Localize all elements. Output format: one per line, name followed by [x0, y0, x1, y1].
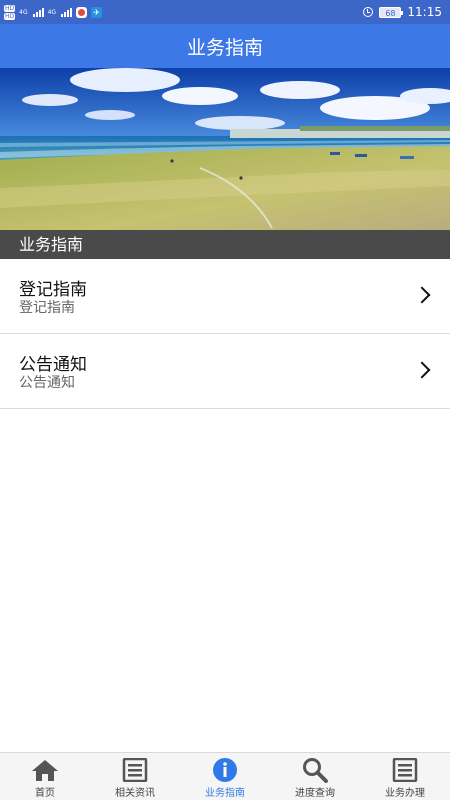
network-type: 4G — [19, 8, 28, 16]
network-type: 4G — [47, 8, 57, 16]
chevron-right-icon — [413, 361, 431, 379]
notification-app-icon — [76, 6, 88, 18]
beach-photo — [0, 68, 450, 230]
tab-home[interactable]: 首页 — [0, 753, 90, 800]
section-header: 业务指南 — [0, 230, 450, 259]
battery-icon: 68 — [379, 6, 404, 18]
hd-badge: HD — [4, 4, 16, 12]
tab-label: 业务办理 — [385, 788, 425, 799]
search-icon — [301, 757, 329, 783]
signal-icon — [61, 7, 73, 17]
chevron-right-icon — [413, 286, 431, 304]
tab-news[interactable]: 相关资讯 — [90, 753, 180, 800]
notification-app-icon: ✈ — [91, 6, 103, 18]
home-icon — [31, 757, 59, 783]
hd-indicators: HD HD — [4, 4, 16, 20]
hd-badge: HD — [4, 12, 16, 20]
list-item-subtitle: 登记指南 — [19, 300, 75, 316]
section-title: 业务指南 — [19, 235, 84, 254]
page-title: 业务指南 — [186, 36, 263, 59]
list-item-announcements[interactable]: 公告通知 公告通知 — [0, 334, 450, 409]
status-left: HD HD 4G 4G ✈ — [4, 2, 103, 22]
app-header: 业务指南 — [0, 24, 450, 68]
info-icon — [211, 757, 239, 783]
news-icon — [121, 757, 149, 783]
bottom-tab-bar: 首页 相关资讯 业务指南 进度查询 业务办理 — [0, 752, 450, 800]
status-right: 68 11:15 — [363, 2, 442, 22]
tab-label: 进度查询 — [295, 788, 335, 799]
tab-label: 业务指南 — [205, 788, 245, 799]
list-item-subtitle: 公告通知 — [19, 375, 75, 391]
clock: 11:15 — [407, 5, 442, 19]
signal-icon — [32, 7, 44, 17]
tab-business-handling[interactable]: 业务办理 — [360, 753, 450, 800]
document-icon — [391, 757, 419, 783]
guide-list: 登记指南 登记指南 公告通知 公告通知 — [0, 259, 450, 409]
tab-label: 首页 — [35, 788, 55, 799]
tab-label: 相关资讯 — [115, 788, 155, 799]
status-bar: HD HD 4G 4G ✈ 68 11:15 — [0, 0, 450, 24]
tab-business-guide[interactable]: 业务指南 — [180, 753, 270, 800]
tab-progress-query[interactable]: 进度查询 — [270, 753, 360, 800]
list-item-registration-guide[interactable]: 登记指南 登记指南 — [0, 259, 450, 334]
banner-image — [0, 68, 450, 230]
alarm-icon — [363, 7, 374, 17]
